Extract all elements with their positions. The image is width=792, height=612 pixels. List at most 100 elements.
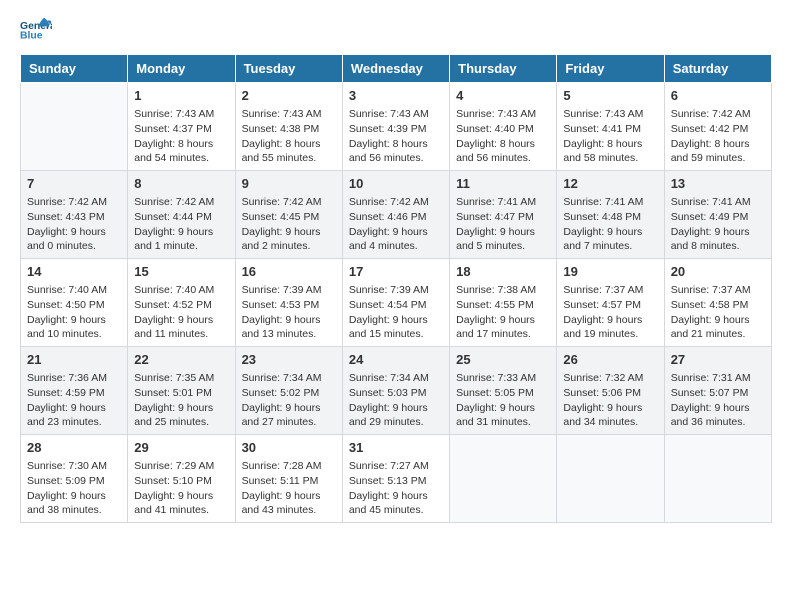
day-info-line: and 5 minutes. xyxy=(456,239,550,254)
day-info-line: Daylight: 9 hours xyxy=(563,401,657,416)
day-number: 5 xyxy=(563,87,657,105)
day-info-line: Sunset: 4:46 PM xyxy=(349,210,443,225)
day-info-line: Sunrise: 7:33 AM xyxy=(456,371,550,386)
calendar-cell: 5Sunrise: 7:43 AMSunset: 4:41 PMDaylight… xyxy=(557,83,664,171)
day-info-line: Daylight: 9 hours xyxy=(456,313,550,328)
day-number: 1 xyxy=(134,87,228,105)
day-info-line: Daylight: 9 hours xyxy=(134,401,228,416)
day-info-line: Sunrise: 7:40 AM xyxy=(134,283,228,298)
day-info-line: and 29 minutes. xyxy=(349,415,443,430)
day-info-line: Daylight: 8 hours xyxy=(671,137,765,152)
week-row-2: 7Sunrise: 7:42 AMSunset: 4:43 PMDaylight… xyxy=(21,171,772,259)
day-number: 24 xyxy=(349,351,443,369)
day-number: 11 xyxy=(456,175,550,193)
day-info-line: Sunrise: 7:40 AM xyxy=(27,283,121,298)
day-info-line: and 15 minutes. xyxy=(349,327,443,342)
day-info-line: Sunrise: 7:43 AM xyxy=(242,107,336,122)
day-info-line: Sunrise: 7:37 AM xyxy=(671,283,765,298)
day-number: 20 xyxy=(671,263,765,281)
calendar-cell: 11Sunrise: 7:41 AMSunset: 4:47 PMDayligh… xyxy=(450,171,557,259)
day-info-line: Sunrise: 7:37 AM xyxy=(563,283,657,298)
day-info-line: Daylight: 9 hours xyxy=(27,489,121,504)
calendar-cell: 7Sunrise: 7:42 AMSunset: 4:43 PMDaylight… xyxy=(21,171,128,259)
calendar-cell xyxy=(21,83,128,171)
day-number: 10 xyxy=(349,175,443,193)
calendar-cell: 8Sunrise: 7:42 AMSunset: 4:44 PMDaylight… xyxy=(128,171,235,259)
day-info-line: and 58 minutes. xyxy=(563,151,657,166)
day-info-line: and 43 minutes. xyxy=(242,503,336,518)
calendar-table: SundayMondayTuesdayWednesdayThursdayFrid… xyxy=(20,54,772,523)
day-info-line: Daylight: 9 hours xyxy=(349,401,443,416)
day-info-line: and 4 minutes. xyxy=(349,239,443,254)
day-info-line: Sunset: 4:53 PM xyxy=(242,298,336,313)
day-info-line: Daylight: 9 hours xyxy=(242,225,336,240)
logo-icon: General Blue xyxy=(20,16,52,44)
day-number: 2 xyxy=(242,87,336,105)
day-info-line: Sunrise: 7:31 AM xyxy=(671,371,765,386)
calendar-cell: 4Sunrise: 7:43 AMSunset: 4:40 PMDaylight… xyxy=(450,83,557,171)
calendar-cell xyxy=(450,435,557,523)
day-info-line: Sunset: 4:42 PM xyxy=(671,122,765,137)
day-info-line: Sunset: 4:38 PM xyxy=(242,122,336,137)
day-number: 14 xyxy=(27,263,121,281)
day-info-line: Sunset: 5:13 PM xyxy=(349,474,443,489)
day-info-line: Daylight: 9 hours xyxy=(27,225,121,240)
calendar-body: 1Sunrise: 7:43 AMSunset: 4:37 PMDaylight… xyxy=(21,83,772,523)
calendar-cell: 16Sunrise: 7:39 AMSunset: 4:53 PMDayligh… xyxy=(235,259,342,347)
day-info-line: and 31 minutes. xyxy=(456,415,550,430)
calendar-cell: 31Sunrise: 7:27 AMSunset: 5:13 PMDayligh… xyxy=(342,435,449,523)
calendar-cell: 30Sunrise: 7:28 AMSunset: 5:11 PMDayligh… xyxy=(235,435,342,523)
day-info-line: and 23 minutes. xyxy=(27,415,121,430)
day-info-line: Sunset: 4:40 PM xyxy=(456,122,550,137)
day-info-line: Sunset: 4:52 PM xyxy=(134,298,228,313)
calendar-cell: 26Sunrise: 7:32 AMSunset: 5:06 PMDayligh… xyxy=(557,347,664,435)
day-info-line: and 55 minutes. xyxy=(242,151,336,166)
day-info-line: and 0 minutes. xyxy=(27,239,121,254)
week-row-5: 28Sunrise: 7:30 AMSunset: 5:09 PMDayligh… xyxy=(21,435,772,523)
day-info-line: and 56 minutes. xyxy=(456,151,550,166)
day-number: 7 xyxy=(27,175,121,193)
day-number: 21 xyxy=(27,351,121,369)
calendar-cell: 15Sunrise: 7:40 AMSunset: 4:52 PMDayligh… xyxy=(128,259,235,347)
day-info-line: Daylight: 8 hours xyxy=(563,137,657,152)
day-info-line: Sunrise: 7:43 AM xyxy=(563,107,657,122)
day-info-line: Sunset: 4:54 PM xyxy=(349,298,443,313)
day-info-line: and 45 minutes. xyxy=(349,503,443,518)
column-header-friday: Friday xyxy=(557,55,664,83)
day-number: 15 xyxy=(134,263,228,281)
day-info-line: Sunset: 5:01 PM xyxy=(134,386,228,401)
day-number: 22 xyxy=(134,351,228,369)
calendar-header-row: SundayMondayTuesdayWednesdayThursdayFrid… xyxy=(21,55,772,83)
day-info-line: Sunset: 4:59 PM xyxy=(27,386,121,401)
calendar-cell: 6Sunrise: 7:42 AMSunset: 4:42 PMDaylight… xyxy=(664,83,771,171)
calendar-cell: 12Sunrise: 7:41 AMSunset: 4:48 PMDayligh… xyxy=(557,171,664,259)
day-info-line: and 8 minutes. xyxy=(671,239,765,254)
day-info-line: Sunrise: 7:43 AM xyxy=(349,107,443,122)
day-info-line: Sunrise: 7:41 AM xyxy=(456,195,550,210)
day-info-line: Sunrise: 7:39 AM xyxy=(242,283,336,298)
day-info-line: and 59 minutes. xyxy=(671,151,765,166)
day-info-line: Sunrise: 7:43 AM xyxy=(456,107,550,122)
day-info-line: and 17 minutes. xyxy=(456,327,550,342)
calendar-cell: 3Sunrise: 7:43 AMSunset: 4:39 PMDaylight… xyxy=(342,83,449,171)
day-number: 29 xyxy=(134,439,228,457)
day-info-line: Sunrise: 7:41 AM xyxy=(563,195,657,210)
day-info-line: Daylight: 9 hours xyxy=(242,313,336,328)
day-number: 18 xyxy=(456,263,550,281)
day-info-line: Daylight: 9 hours xyxy=(671,401,765,416)
calendar-cell: 17Sunrise: 7:39 AMSunset: 4:54 PMDayligh… xyxy=(342,259,449,347)
day-info-line: and 19 minutes. xyxy=(563,327,657,342)
day-info-line: Daylight: 9 hours xyxy=(242,401,336,416)
week-row-3: 14Sunrise: 7:40 AMSunset: 4:50 PMDayligh… xyxy=(21,259,772,347)
logo: General Blue xyxy=(20,16,60,44)
day-info-line: Sunset: 4:58 PM xyxy=(671,298,765,313)
day-info-line: Sunrise: 7:32 AM xyxy=(563,371,657,386)
day-info-line: Daylight: 9 hours xyxy=(456,225,550,240)
day-number: 23 xyxy=(242,351,336,369)
page-header: General Blue xyxy=(20,16,772,44)
calendar-cell: 28Sunrise: 7:30 AMSunset: 5:09 PMDayligh… xyxy=(21,435,128,523)
day-info-line: Sunset: 4:49 PM xyxy=(671,210,765,225)
day-number: 26 xyxy=(563,351,657,369)
calendar-cell: 1Sunrise: 7:43 AMSunset: 4:37 PMDaylight… xyxy=(128,83,235,171)
week-row-1: 1Sunrise: 7:43 AMSunset: 4:37 PMDaylight… xyxy=(21,83,772,171)
